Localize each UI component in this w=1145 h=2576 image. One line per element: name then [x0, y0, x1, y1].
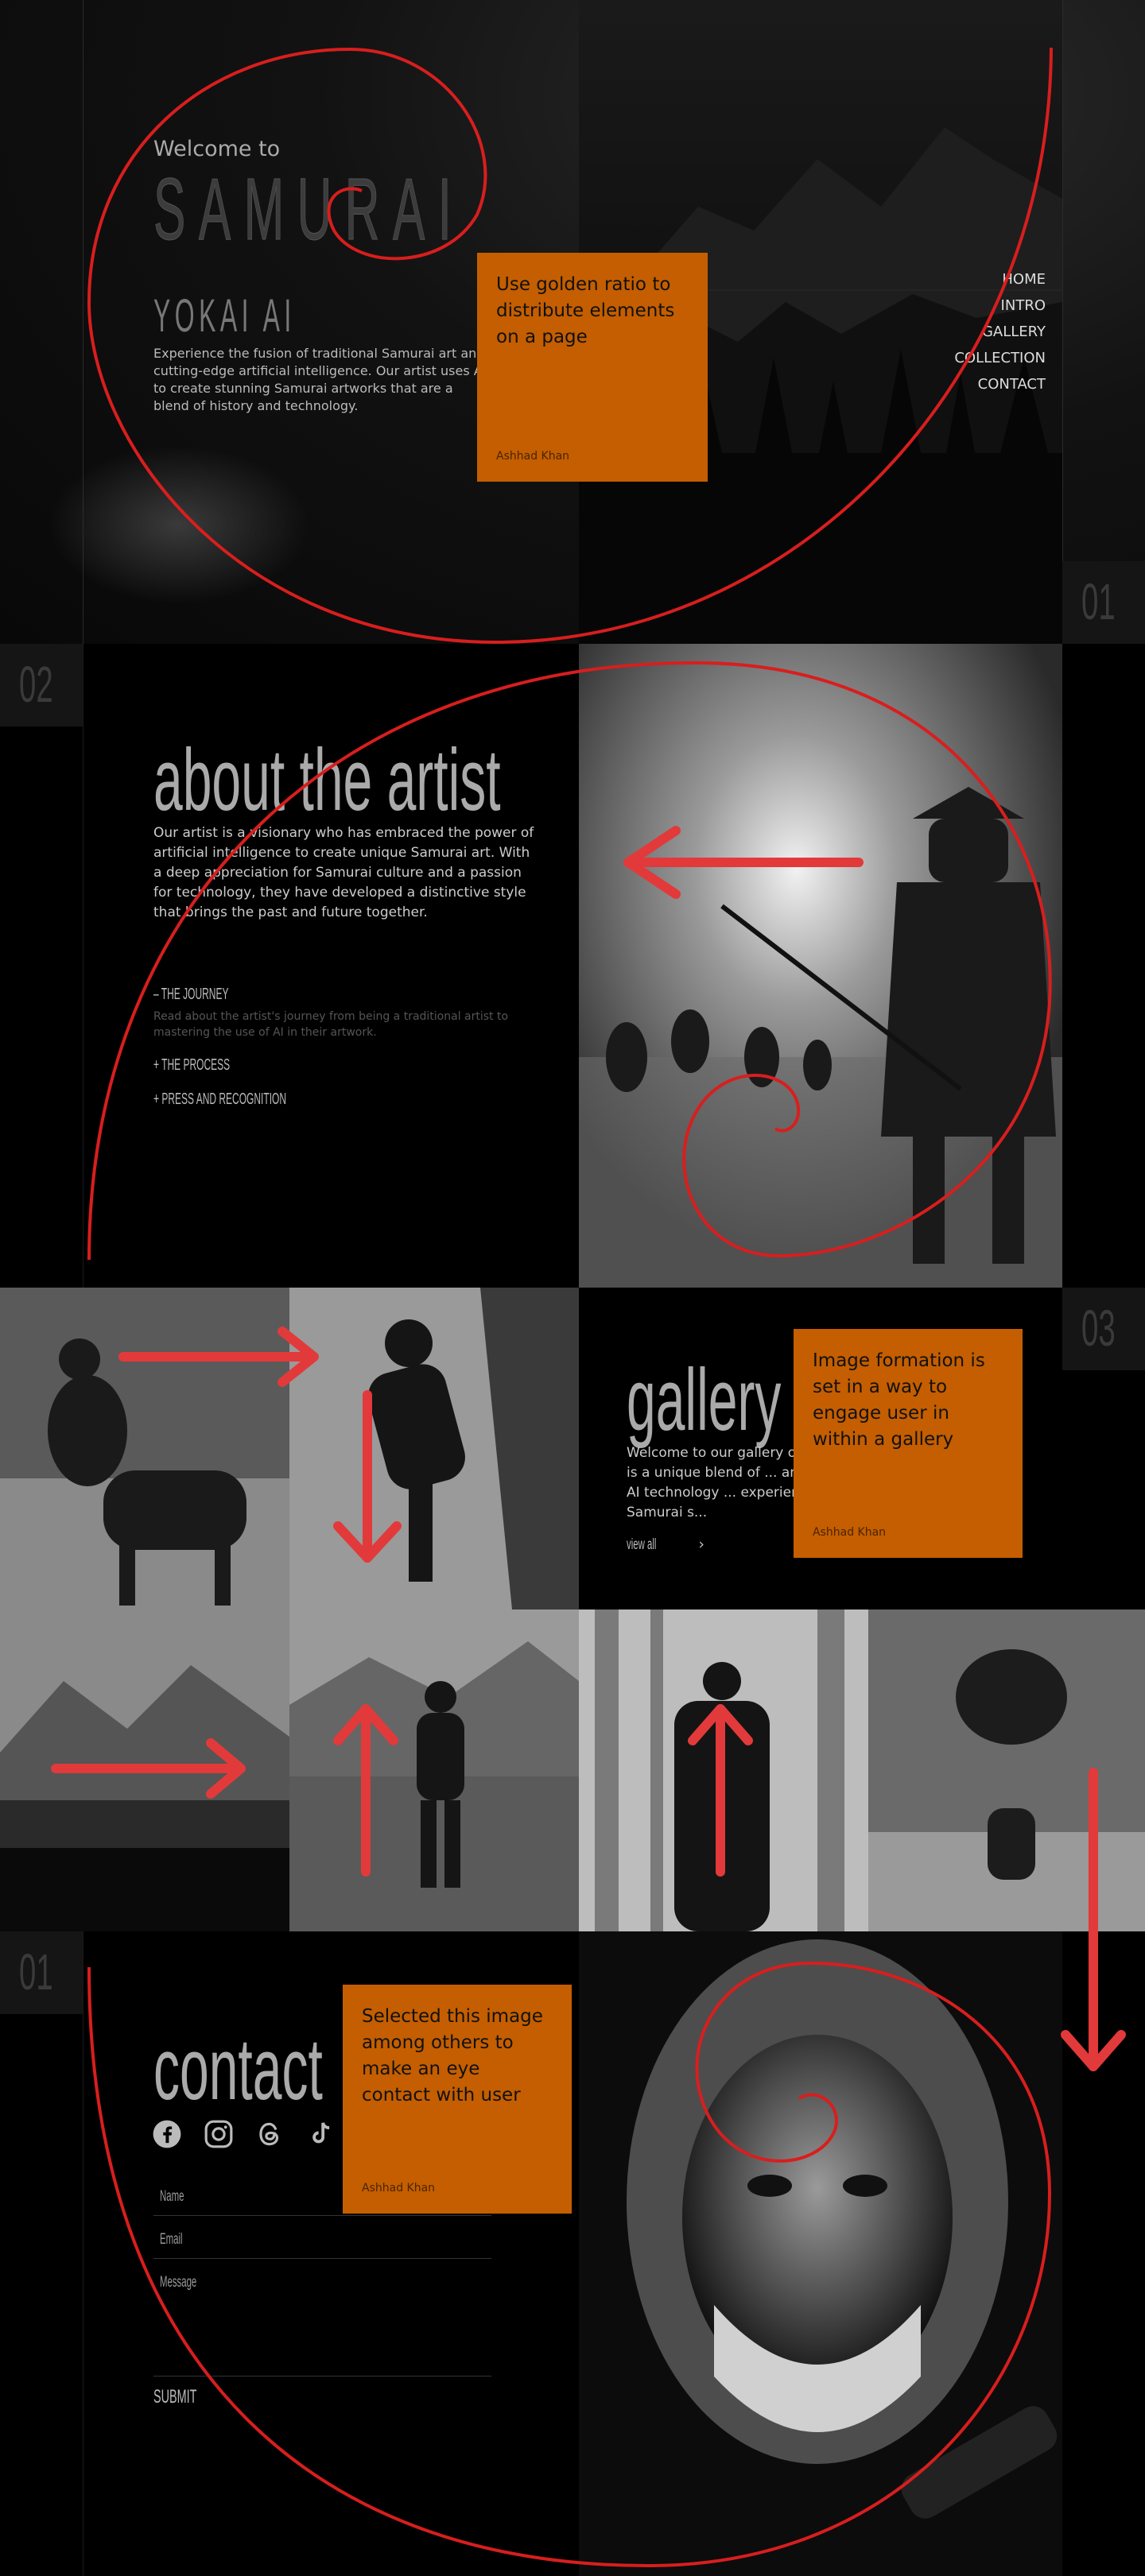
annotation-text: Use golden ratio to distribute elements … — [496, 274, 675, 347]
annotation-note: Selected this image among others to make… — [343, 1985, 572, 2214]
gallery-image-dragon[interactable] — [868, 1610, 1145, 1931]
gallery-image-forest-samurai[interactable] — [579, 1610, 868, 1931]
tiktok-icon[interactable] — [305, 2119, 336, 2149]
gallery-image-army[interactable] — [0, 1610, 289, 1931]
nav-collection[interactable]: COLLECTION — [954, 345, 1046, 371]
about-description: Our artist is a visionary who has embrac… — [153, 825, 534, 920]
annotation-author: Ashhad Khan — [813, 1526, 887, 1539]
contact-title: contact — [153, 2020, 323, 2118]
accordion-press[interactable]: + PRESS AND RECOGNITION — [153, 1090, 378, 1109]
gallery-image-horse-rider[interactable] — [0, 1288, 289, 1610]
name-field-label: Name — [160, 2188, 184, 2205]
accordion-journey-body: Read about the artist's journey from bei… — [153, 1010, 509, 1039]
nav-gallery[interactable]: GALLERY — [954, 319, 1046, 345]
section-number-box: 01 — [0, 1931, 83, 2014]
annotation-author: Ashhad Khan — [362, 2182, 436, 2194]
main-nav: HOME INTRO GALLERY COLLECTION CONTACT — [954, 266, 1046, 397]
accordion: – THE JOURNEY Read about the artist's jo… — [153, 986, 527, 1109]
view-all-label: view all — [627, 1536, 657, 1553]
annotation-author: Ashhad Khan — [496, 450, 570, 463]
view-all-link[interactable]: view all › — [627, 1536, 704, 1554]
section-number: 02 — [19, 656, 53, 713]
instagram-icon[interactable] — [204, 2119, 234, 2149]
gallery-image-samurai-walking[interactable] — [289, 1610, 579, 1931]
section-number-box: 02 — [0, 644, 83, 726]
old-samurai-portrait-image — [579, 1931, 1062, 2576]
annotation-note: Image formation is set in a way to engag… — [794, 1329, 1023, 1558]
samurai-battle-image — [579, 644, 1062, 1288]
hero-welcome: Welcome to — [153, 137, 281, 161]
annotation-text: Image formation is set in a way to engag… — [813, 1350, 985, 1450]
message-field[interactable]: Message — [153, 2273, 491, 2377]
threads-icon[interactable] — [254, 2119, 285, 2149]
nav-home[interactable]: HOME — [954, 266, 1046, 292]
section-number: 01 — [1081, 573, 1116, 630]
accordion-process[interactable]: + THE PROCESS — [153, 1056, 378, 1075]
submit-button[interactable]: SUBMIT — [153, 2386, 196, 2408]
hero-subtitle: YOKAI AI — [153, 290, 296, 342]
hero-title: SAMURAI — [153, 161, 465, 259]
chevron-right-icon: › — [698, 1536, 704, 1553]
email-field[interactable]: Email — [153, 2230, 491, 2259]
hero-description: Experience the fusion of traditional Sam… — [153, 346, 487, 413]
nav-contact[interactable]: CONTACT — [954, 371, 1046, 397]
section-number-box: 03 — [1062, 1288, 1145, 1370]
annotation-note: Use golden ratio to distribute elements … — [477, 253, 708, 482]
section-number: 03 — [1081, 1300, 1116, 1357]
gallery-image-wall-climber[interactable] — [289, 1288, 579, 1610]
email-field-label: Email — [160, 2231, 183, 2248]
blurred-background-shape — [48, 445, 310, 604]
annotation-text: Selected this image among others to make… — [362, 2006, 543, 2105]
about-title: about the artist — [153, 731, 501, 829]
facebook-icon[interactable] — [152, 2119, 182, 2149]
gallery-title: gallery — [627, 1351, 782, 1449]
message-field-label: Message — [160, 2274, 197, 2291]
grid-line — [1062, 0, 1063, 644]
section-number-box: 01 — [1062, 561, 1145, 644]
nav-intro[interactable]: INTRO — [954, 292, 1046, 319]
accordion-journey[interactable]: – THE JOURNEY — [153, 986, 228, 1004]
section-number: 01 — [19, 1943, 53, 2001]
